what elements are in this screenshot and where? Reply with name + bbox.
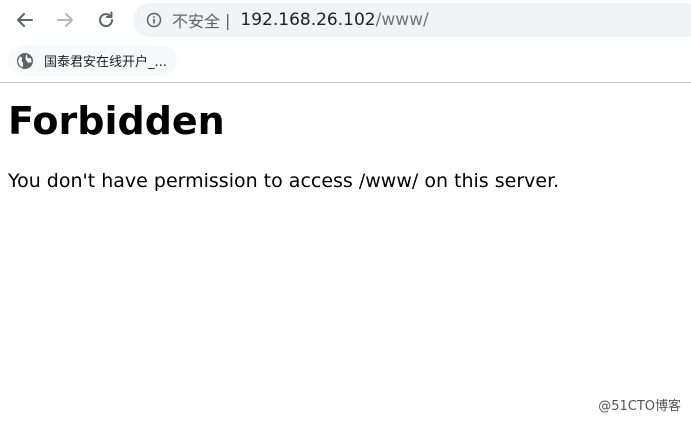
security-status-label[interactable]: 不安全 <box>172 8 220 32</box>
bookmarks-bar: 国泰君安在线开户_... <box>0 40 691 83</box>
url-separator: | <box>225 10 231 30</box>
url-host: 192.168.26.102 <box>240 10 376 30</box>
forward-button[interactable] <box>51 6 79 34</box>
forward-arrow-icon <box>55 10 75 30</box>
reload-button[interactable] <box>92 6 120 34</box>
page-content: Forbidden You don't have permission to a… <box>8 83 683 194</box>
globe-icon <box>16 52 34 70</box>
back-button[interactable] <box>11 6 39 34</box>
watermark: @51CTO博客 <box>598 399 681 414</box>
bookmark-label: 国泰君安在线开户_... <box>44 55 167 70</box>
address-bar[interactable]: 不安全 | 192.168.26.102/www/ <box>133 3 691 37</box>
browser-toolbar: 不安全 | 192.168.26.102/www/ <box>0 0 691 40</box>
url-path: /www/ <box>375 10 429 30</box>
bookmark-item[interactable]: 国泰君安在线开户_... <box>8 45 177 76</box>
page-title: Forbidden <box>8 99 225 143</box>
url-text[interactable]: 192.168.26.102/www/ <box>240 10 428 30</box>
error-message: You don't have permission to access /www… <box>8 170 560 192</box>
back-arrow-icon <box>15 10 35 30</box>
reload-icon <box>96 10 116 30</box>
info-icon[interactable] <box>146 12 162 28</box>
